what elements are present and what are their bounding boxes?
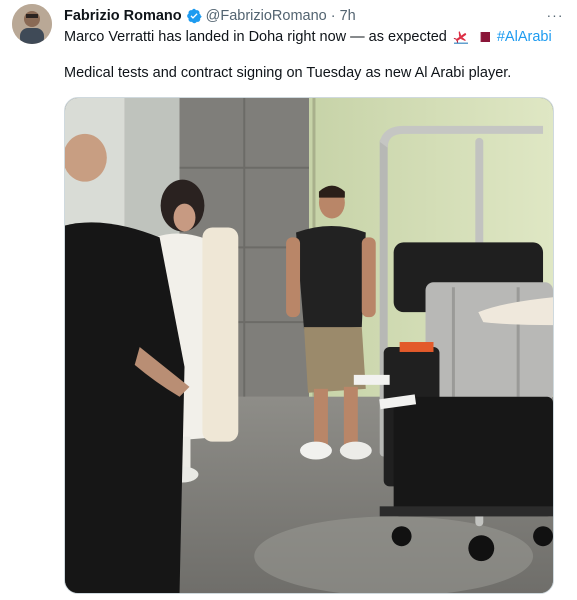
tweet-text: Marco Verratti has landed in Doha right … — [64, 29, 447, 45]
tweet-card[interactable]: Fabrizio Romano @FabrizioRomano · 7h ···… — [0, 0, 577, 600]
more-options-icon[interactable]: ··· — [546, 6, 564, 24]
tweet-photo[interactable] — [64, 97, 554, 594]
author-name[interactable]: Fabrizio Romano — [64, 8, 182, 24]
author-handle[interactable]: @FabrizioRomano — [206, 8, 327, 24]
author-avatar[interactable] — [12, 4, 52, 44]
separator-dot: · — [330, 8, 336, 24]
tweet-text-line1: Marco Verratti has landed in Doha right … — [64, 28, 552, 46]
airport-arrival-photo — [65, 98, 553, 593]
tweet-header: Fabrizio Romano @FabrizioRomano · 7h — [64, 6, 356, 26]
hashtag-link[interactable]: #AlArabi — [497, 28, 552, 46]
tweet-text-line2: Medical tests and contract signing on Tu… — [64, 65, 512, 81]
airplane-departure-icon — [453, 29, 469, 45]
qatar-flag-icon — [475, 29, 491, 45]
verified-badge-icon — [186, 8, 202, 24]
timestamp[interactable]: 7h — [340, 8, 356, 24]
